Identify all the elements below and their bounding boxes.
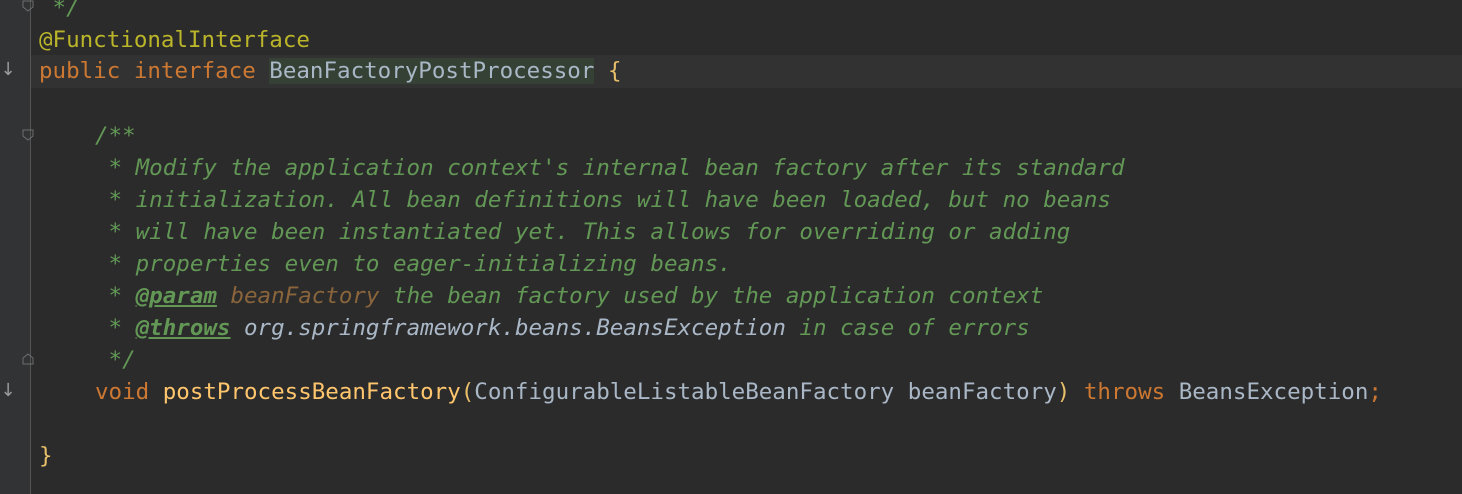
implemented-down-arrow-icon[interactable]: ↓ [0, 60, 16, 80]
javadoc-throws-description: in case of errors [785, 315, 1030, 341]
open-paren: ( [460, 379, 475, 405]
close-paren: ) [1056, 379, 1071, 405]
javadoc-throws-tag: @throws [135, 315, 231, 341]
code-line-annotation[interactable]: @FunctionalInterface [39, 24, 310, 56]
keyword-interface: interface [133, 58, 256, 84]
fold-end-icon[interactable] [22, 353, 34, 365]
code-line-interface-declaration[interactable]: public interface BeanFactoryPostProcesso… [39, 55, 622, 87]
interface-name[interactable]: BeanFactoryPostProcessor [269, 58, 595, 84]
javadoc-close[interactable]: */ [95, 344, 136, 376]
keyword-public: public [39, 58, 121, 84]
open-brace: { [607, 58, 622, 84]
exception-type[interactable]: BeansException [1179, 379, 1369, 405]
javadoc-line[interactable]: * will have been instantiated yet. This … [95, 216, 1071, 248]
semicolon: ; [1368, 379, 1382, 405]
keyword-throws: throws [1083, 379, 1166, 405]
javadoc-param-tag: @param [135, 283, 217, 309]
javadoc-star: * [95, 283, 136, 309]
param-type[interactable]: ConfigurableListableBeanFactory [474, 379, 894, 405]
javadoc-line[interactable]: * properties even to eager-initializing … [95, 248, 732, 280]
javadoc-param-line[interactable]: * @param beanFactory the bean factory us… [95, 280, 1044, 312]
param-name[interactable]: beanFactory [908, 379, 1057, 405]
javadoc-line[interactable]: * initialization. All bean definitions w… [95, 184, 1111, 216]
javadoc-throws-reference[interactable]: org.springframework.beans.BeansException [244, 315, 786, 341]
fold-end-icon[interactable] [22, 0, 34, 12]
javadoc-throws-line[interactable]: * @throws org.springframework.beans.Bean… [95, 312, 1030, 344]
code-line-comment-end[interactable]: */ [39, 0, 80, 24]
method-name[interactable]: postProcessBeanFactory [163, 379, 461, 405]
close-brace[interactable]: } [39, 440, 53, 472]
code-editor[interactable]: ↓ ↓ */ @FunctionalInterface public inter… [0, 0, 1462, 494]
fold-start-icon[interactable] [22, 129, 34, 141]
code-line-method-declaration[interactable]: void postProcessBeanFactory(Configurable… [95, 376, 1382, 408]
javadoc-open[interactable]: /** [95, 120, 136, 152]
keyword-void: void [95, 379, 150, 405]
javadoc-star: * [95, 315, 136, 341]
implemented-down-arrow-icon[interactable]: ↓ [0, 381, 16, 401]
javadoc-param-name: beanFactory [230, 283, 380, 309]
javadoc-line[interactable]: * Modify the application context's inter… [95, 152, 1125, 184]
javadoc-param-description: the bean factory used by the application… [379, 283, 1044, 309]
